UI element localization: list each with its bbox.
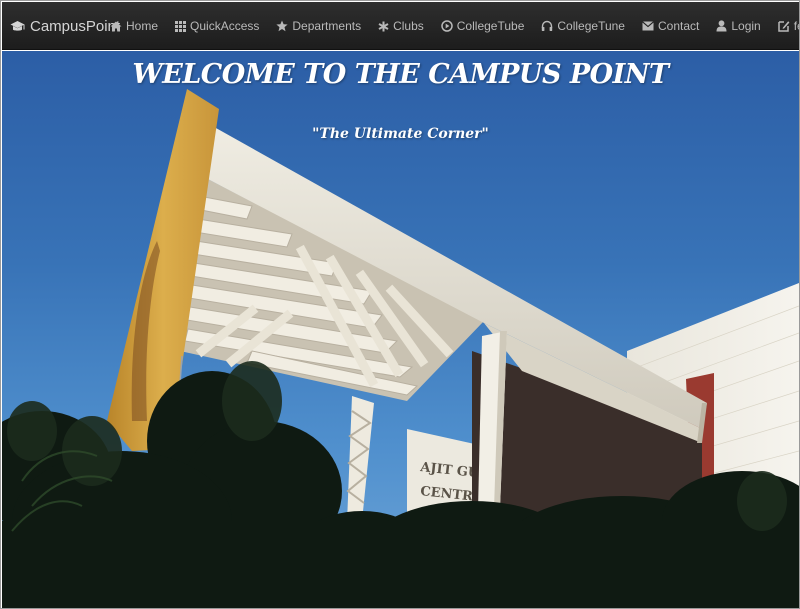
nav-item-clubs[interactable]: Clubs	[378, 19, 424, 33]
nav-item-label: Clubs	[393, 19, 424, 33]
home-icon	[110, 21, 122, 32]
hero-subtitle: "The Ultimate Corner"	[312, 126, 489, 142]
hero-banner: AJIT GULABCH CENTRAL LIBR	[2, 51, 799, 608]
nav-item-contact[interactable]: Contact	[642, 19, 699, 33]
nav-item-quickaccess[interactable]: QuickAccess	[175, 19, 259, 33]
nav-item-label: Home	[126, 19, 159, 33]
brand-label: CampusPoint	[30, 17, 121, 35]
headphones-icon	[541, 20, 553, 32]
top-navbar: CampusPoint Home QuickAccess Departments	[2, 2, 799, 50]
nav-item-collegetube[interactable]: CollegeTube	[441, 19, 525, 33]
main-nav: Home QuickAccess Departments Clubs Colle…	[110, 2, 799, 50]
brand-link[interactable]: CampusPoint	[10, 2, 120, 50]
user-icon	[716, 20, 727, 32]
nav-item-feedback[interactable]: feedback	[777, 19, 799, 33]
nav-item-collegetune[interactable]: CollegeTune	[541, 19, 625, 33]
nav-item-label: Departments	[292, 19, 362, 33]
nav-item-label: QuickAccess	[190, 19, 260, 33]
nav-item-home[interactable]: Home	[110, 19, 158, 33]
nav-item-label: Login	[731, 19, 761, 33]
graduation-cap-icon	[10, 20, 25, 33]
hero-title: WELCOME TO THE CAMPUS POINT	[132, 59, 669, 90]
envelope-icon	[642, 21, 654, 31]
nav-item-label: CollegeTube	[456, 19, 525, 33]
browser-frame: CampusPoint Home QuickAccess Departments	[0, 0, 800, 609]
play-circle-icon	[441, 20, 453, 32]
nav-item-label: Contact	[657, 19, 700, 33]
grid-icon	[175, 20, 187, 32]
star-icon	[276, 20, 288, 32]
edit-icon	[777, 20, 790, 32]
asterisk-icon	[378, 21, 389, 32]
nav-item-departments[interactable]: Departments	[276, 19, 361, 33]
nav-item-login[interactable]: Login	[716, 19, 761, 33]
nav-item-label: CollegeTune	[557, 19, 625, 33]
nav-item-label: feedback	[793, 19, 799, 33]
